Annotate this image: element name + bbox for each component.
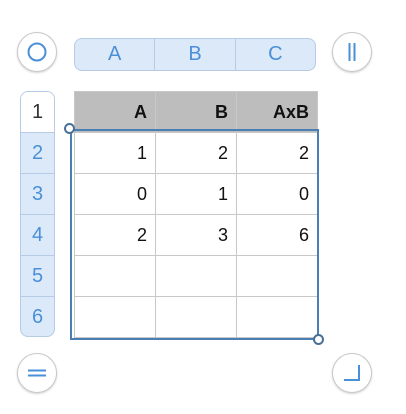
row-header-5[interactable]: 5 [21, 256, 54, 297]
row-header-1[interactable]: 1 [21, 92, 54, 133]
table-header-cell[interactable]: AxB [237, 92, 318, 133]
circle-icon [27, 42, 47, 62]
table-cell[interactable] [156, 297, 237, 338]
table-cell[interactable] [75, 256, 156, 297]
double-bar-icon [348, 43, 356, 61]
equals-icon [28, 369, 46, 377]
table-header-cell[interactable]: A [75, 92, 156, 133]
circle-tool-button[interactable] [17, 32, 57, 72]
table-cell[interactable]: 6 [237, 215, 318, 256]
table-header-cell[interactable]: B [156, 92, 237, 133]
row-header-2[interactable]: 2 [21, 133, 54, 174]
table-cell[interactable]: 1 [156, 174, 237, 215]
selection-handle-bottom-right[interactable] [313, 334, 324, 345]
table-cell[interactable] [237, 256, 318, 297]
table-cell[interactable]: 0 [237, 174, 318, 215]
table-cell[interactable]: 2 [156, 133, 237, 174]
table-cell[interactable]: 2 [237, 133, 318, 174]
selection-handle-top-left[interactable] [64, 123, 75, 134]
table-corner-button[interactable] [332, 353, 372, 393]
row-header-4[interactable]: 4 [21, 215, 54, 256]
table-cell[interactable]: 2 [75, 215, 156, 256]
column-resize-button[interactable] [332, 32, 372, 72]
row-resize-button[interactable] [17, 353, 57, 393]
column-header-a[interactable]: A [75, 39, 156, 70]
column-header-bar: A B C [74, 38, 316, 71]
row-header-6[interactable]: 6 [21, 297, 54, 336]
table-cell[interactable] [156, 256, 237, 297]
row-header-3[interactable]: 3 [21, 174, 54, 215]
table-cell[interactable] [237, 297, 318, 338]
table-cell[interactable]: 3 [156, 215, 237, 256]
corner-icon [344, 365, 360, 381]
table-cell[interactable]: 0 [75, 174, 156, 215]
table-grid: A B AxB 1 2 2 0 1 0 2 3 6 [74, 91, 318, 338]
column-header-b[interactable]: B [155, 39, 236, 70]
table-cell[interactable]: 1 [75, 133, 156, 174]
table-cell[interactable] [75, 297, 156, 338]
row-header-bar: 1 2 3 4 5 6 [20, 91, 55, 337]
column-header-c[interactable]: C [236, 39, 315, 70]
